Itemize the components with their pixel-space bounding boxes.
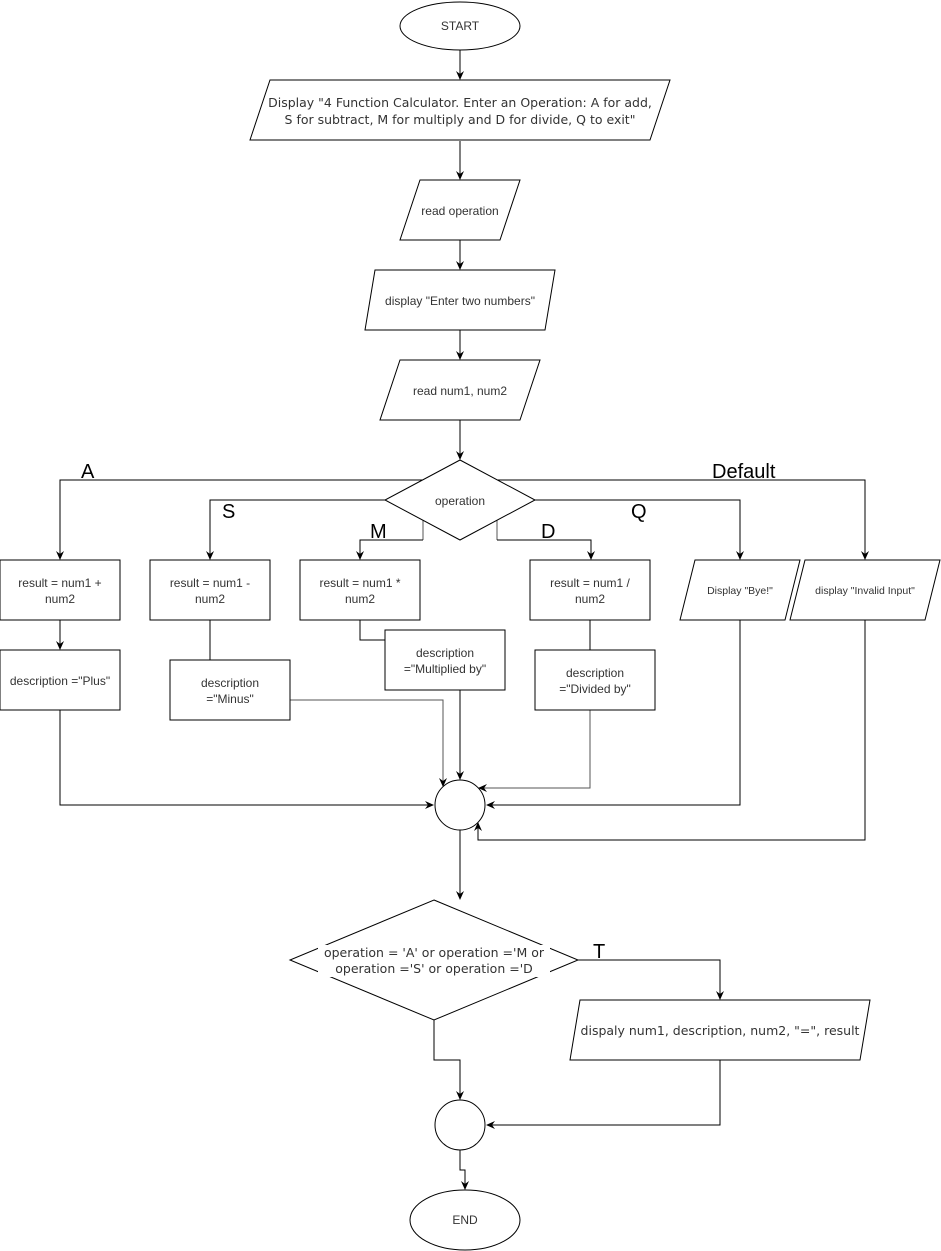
node-label-line-2: operation ='S' or operation ='D: [335, 961, 533, 976]
edge-label-d: D: [541, 521, 555, 543]
node-label-line-2: num2: [45, 592, 75, 606]
flowchart-canvas: A S M D Q Default T START Display "4 Fun…: [0, 1, 941, 1251]
node-switch-operation[interactable]: operation: [383, 459, 537, 541]
node-label-line-1: result = num1 *: [319, 576, 400, 590]
node-label-line-2: ="Divided by": [559, 682, 631, 696]
io-shape: [249, 79, 671, 141]
node-read-nums[interactable]: read num1, num2: [379, 359, 541, 421]
edge-label-t: T: [593, 941, 605, 963]
node-label: display "Invalid Input": [815, 585, 915, 597]
edge-switch-a: [56, 479, 426, 560]
node-desc-plus[interactable]: description ="Plus": [0, 649, 121, 711]
process-shape: [534, 649, 656, 711]
connector-shape: [434, 1099, 486, 1151]
edge-merge2-to-end: [459, 1150, 469, 1190]
process-shape: [384, 629, 506, 691]
node-label-line-2: S for subtract, M for multiply and D for…: [285, 112, 636, 127]
node-check-op[interactable]: operation = 'A' or operation ='M or oper…: [288, 899, 580, 1021]
node-label-line-1: result = num1 +: [18, 576, 101, 590]
node-label: dispaly num1, description, num2, "=", re…: [581, 1023, 860, 1038]
node-merge-1[interactable]: [434, 779, 486, 831]
node-label: display "Enter two numbers": [385, 294, 535, 308]
node-add[interactable]: result = num1 + num2: [0, 559, 121, 621]
node-label-line-2: num2: [575, 592, 605, 606]
node-desc-minus[interactable]: description ="Minus": [169, 659, 291, 721]
node-label: END: [452, 1213, 478, 1227]
edge-mul-to-desc-mult: [359, 620, 386, 641]
node-desc-mult[interactable]: description ="Multiplied by": [384, 629, 506, 691]
edge-label-m: M: [370, 521, 387, 543]
edge-label-default: Default: [712, 461, 776, 483]
node-desc-div[interactable]: description ="Divided by": [534, 649, 656, 711]
edge-desc-minus-to-merge: [290, 699, 447, 787]
edge-result-to-merge2: [486, 1060, 721, 1129]
edge-desc-plus-to-merge: [59, 710, 434, 809]
node-label-line-1: description: [201, 676, 259, 690]
edge-check-true: [578, 959, 724, 1000]
process-shape: [529, 559, 651, 621]
node-display-menu[interactable]: Display "4 Function Calculator. Enter an…: [249, 79, 671, 141]
node-label-line-1: result = num1 -: [170, 576, 250, 590]
process-shape: [149, 559, 271, 621]
node-label: description ="Plus": [10, 674, 110, 688]
node-label: read num1, num2: [413, 384, 507, 398]
edge-label-q: Q: [631, 501, 647, 523]
connector-shape: [434, 779, 486, 831]
edge-check-false: [433, 1020, 464, 1100]
node-end[interactable]: END: [409, 1189, 521, 1251]
node-label-line-2: num2: [345, 592, 375, 606]
node-label-line-1: description: [416, 646, 474, 660]
process-shape: [169, 659, 291, 721]
node-read-operation[interactable]: read operation: [399, 179, 521, 241]
node-label-line-1: description: [566, 666, 624, 680]
node-merge-2[interactable]: [434, 1099, 486, 1151]
edge-switch-default: [494, 479, 869, 560]
node-display-invalid[interactable]: display "Invalid Input": [789, 559, 941, 621]
edge-label-a: A: [81, 461, 95, 483]
node-label-line-2: ="Multiplied by": [404, 662, 486, 676]
node-label-line-2: num2: [195, 592, 225, 606]
node-sub[interactable]: result = num1 - num2: [149, 559, 271, 621]
node-label-line-2: ="Minus": [206, 692, 254, 706]
node-label-line-1: Display "4 Function Calculator. Enter an…: [268, 95, 652, 110]
node-display-result[interactable]: dispaly num1, description, num2, "=", re…: [569, 999, 871, 1061]
node-label: Display "Bye!": [707, 585, 773, 597]
process-shape: [0, 559, 121, 621]
node-display-enter[interactable]: display "Enter two numbers": [364, 269, 556, 331]
edge-desc-div-to-merge: [478, 710, 591, 792]
node-label: operation: [435, 494, 485, 508]
node-label: read operation: [421, 204, 498, 218]
edge-bye-to-merge: [486, 620, 741, 809]
node-label-line-1: operation = 'A' or operation ='M or: [324, 945, 545, 960]
edge-label-s: S: [222, 501, 235, 523]
node-mul[interactable]: result = num1 * num2: [299, 559, 421, 621]
node-div[interactable]: result = num1 / num2: [529, 559, 651, 621]
process-shape: [299, 559, 421, 621]
node-display-bye[interactable]: Display "Bye!": [679, 559, 801, 621]
node-start[interactable]: START: [399, 1, 521, 51]
node-label: START: [441, 19, 480, 33]
node-label-line-1: result = num1 /: [550, 576, 630, 590]
